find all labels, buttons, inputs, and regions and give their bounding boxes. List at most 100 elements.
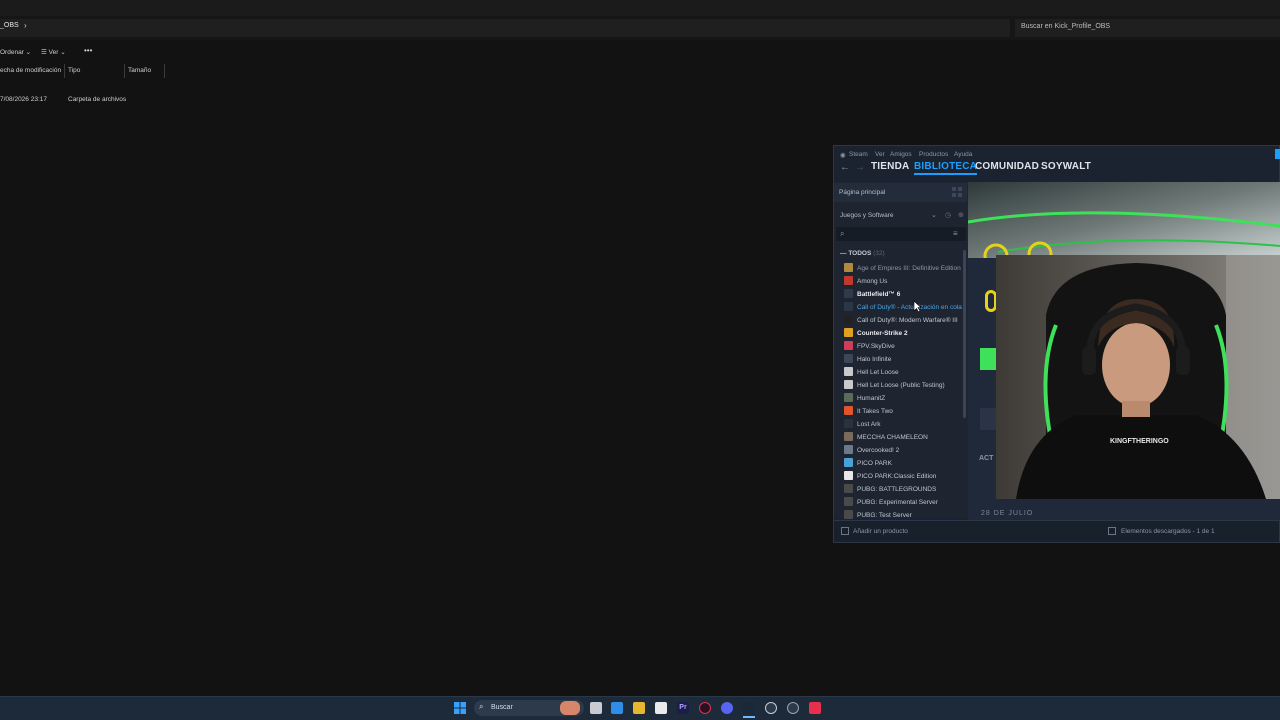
game-list-item[interactable]: MECCHA CHAMELEON xyxy=(844,432,963,441)
game-thumbnail-icon xyxy=(844,263,853,272)
game-list-item[interactable]: Overcooked! 2 xyxy=(844,445,963,454)
section-label: TODOS xyxy=(848,250,872,257)
nav-tienda[interactable]: TIENDA xyxy=(871,161,909,172)
game-list-item[interactable]: PICO PARK:Classic Edition xyxy=(844,471,963,480)
taskbar-search-label: Buscar xyxy=(491,704,513,711)
chevron-down-icon[interactable]: ⌄ xyxy=(931,211,937,219)
steam-taskbar-icon[interactable] xyxy=(743,702,755,714)
discord-icon[interactable] xyxy=(721,702,733,714)
game-title: Age of Empires III: Definitive Edition xyxy=(857,265,961,272)
play-button[interactable] xyxy=(980,348,996,370)
column-divider[interactable] xyxy=(64,64,65,78)
active-app-indicator xyxy=(743,716,755,718)
menu-amigos[interactable]: Amigos xyxy=(890,151,912,158)
sidebar-scrollbar[interactable] xyxy=(963,250,966,418)
column-header-date[interactable]: echa de modificación xyxy=(0,67,61,74)
game-list-item[interactable]: PUBG: BATTLEGROUNDS xyxy=(844,484,963,493)
game-title: Overcooked! 2 xyxy=(857,447,900,454)
game-list-item[interactable]: Age of Empires III: Definitive Edition xyxy=(844,263,963,272)
game-list-item[interactable]: HumanitZ xyxy=(844,393,963,402)
game-title: PUBG: BATTLEGROUNDS xyxy=(857,486,937,493)
view-button[interactable]: ☰ Ver ⌄ xyxy=(41,48,66,56)
game-list-item[interactable]: PUBG: Test Server xyxy=(844,510,963,519)
nav-username[interactable]: SOYWALT xyxy=(1041,161,1091,172)
game-title: Lost Ark xyxy=(857,421,881,428)
game-title: PICO PARK:Classic Edition xyxy=(857,473,937,480)
file-explorer-icon[interactable] xyxy=(633,702,645,714)
sort-label: Ordenar xyxy=(0,49,24,56)
back-arrow-icon[interactable]: ← xyxy=(840,162,850,173)
game-list-item[interactable]: PICO PARK xyxy=(844,458,963,467)
game-title: Among Us xyxy=(857,278,888,285)
menu-ver[interactable]: Ver xyxy=(875,151,885,158)
game-list-item[interactable]: Lost Ark xyxy=(844,419,963,428)
game-title: FPV.SkyDive xyxy=(857,343,895,350)
obs-icon[interactable] xyxy=(765,702,777,714)
add-product-button[interactable]: Añadir un producto xyxy=(853,528,908,535)
sort-button[interactable]: Ordenar ⌄ xyxy=(0,48,31,56)
file-row-type[interactable]: Carpeta de archivos xyxy=(68,96,126,103)
game-list-item[interactable]: Battlefield™ 6 xyxy=(844,289,963,298)
game-list-item[interactable]: Halo Infinite xyxy=(844,354,963,363)
game-list-item[interactable]: Counter-Strike 2 xyxy=(844,328,963,337)
premiere-icon[interactable]: Pr xyxy=(677,702,689,714)
library-section-header[interactable]: — TODOS (32) xyxy=(840,250,885,257)
game-list-item[interactable]: Among Us xyxy=(844,276,963,285)
task-view-icon[interactable] xyxy=(590,702,602,714)
game-title: MECCHA CHAMELEON xyxy=(857,434,928,441)
downloads-status[interactable]: Elementos descargados - 1 de 1 xyxy=(1121,528,1215,535)
downloads-icon[interactable] xyxy=(1108,527,1116,535)
game-list-item[interactable]: Call of Duty®: Modern Warfare® III xyxy=(844,315,963,324)
game-thumbnail-icon xyxy=(844,328,853,337)
nav-biblioteca[interactable]: BIBLIOTECA xyxy=(914,161,978,175)
steam-logo-icon[interactable]: ◉ xyxy=(840,151,846,159)
file-row-date[interactable]: 7/08/2026 23:17 xyxy=(0,96,47,103)
tiktok-icon[interactable] xyxy=(809,702,821,714)
menu-productos[interactable]: Productos xyxy=(919,151,948,158)
breadcrumb-chevron-icon[interactable]: › xyxy=(24,21,27,30)
webcam-overlay: KINGFTHERINGO xyxy=(996,255,1280,499)
nav-comunidad[interactable]: COMUNIDAD xyxy=(975,161,1039,172)
game-thumbnail-icon xyxy=(844,380,853,389)
address-bar[interactable] xyxy=(0,19,1010,37)
game-title: Call of Duty® - Actualización en cola xyxy=(857,304,962,311)
chrome-icon[interactable] xyxy=(787,702,799,714)
game-title: HumanitZ xyxy=(857,395,886,402)
more-options-button[interactable]: ••• xyxy=(84,46,92,55)
info-panel xyxy=(980,408,996,430)
game-title: Battlefield™ 6 xyxy=(857,291,901,298)
download-icon[interactable]: ⊕ xyxy=(958,211,964,219)
game-list-item[interactable]: PUBG: Experimental Server xyxy=(844,497,963,506)
view-label: Ver xyxy=(48,49,59,56)
game-title: Hell Let Loose (Public Testing) xyxy=(857,382,945,389)
notepad-icon[interactable] xyxy=(655,702,667,714)
game-thumbnail-icon xyxy=(844,315,853,324)
game-list-item[interactable]: Hell Let Loose xyxy=(844,367,963,376)
library-search-input[interactable] xyxy=(836,227,966,241)
game-hero-image xyxy=(968,182,1280,258)
menu-ayuda[interactable]: Ayuda xyxy=(954,151,972,158)
menu-steam[interactable]: Steam xyxy=(849,151,868,158)
windows-start-icon[interactable] xyxy=(454,702,466,714)
column-divider[interactable] xyxy=(124,64,125,78)
opera-icon[interactable] xyxy=(699,702,711,714)
game-thumbnail-icon xyxy=(844,406,853,415)
column-divider[interactable] xyxy=(164,64,165,78)
filter-icon[interactable]: ≡ xyxy=(953,229,958,238)
explorer-title-bar xyxy=(0,0,1280,16)
game-list-item[interactable]: It Takes Two xyxy=(844,406,963,415)
game-list-item[interactable]: Hell Let Loose (Public Testing) xyxy=(844,380,963,389)
recent-clock-icon[interactable]: ◷ xyxy=(945,211,951,219)
column-header-type[interactable]: Tipo xyxy=(68,67,80,74)
forward-arrow-icon[interactable]: → xyxy=(855,162,865,173)
game-list-item[interactable]: Call of Duty® - Actualización en cola xyxy=(844,302,963,311)
game-list-item[interactable]: FPV.SkyDive xyxy=(844,341,963,350)
add-product-icon[interactable] xyxy=(841,527,849,535)
search-highlight-icon[interactable] xyxy=(560,701,580,715)
column-header-size[interactable]: Tamaño xyxy=(128,67,151,74)
explorer-search-placeholder: Buscar en Kick_Profile_OBS xyxy=(1021,23,1111,30)
steam-notification-indicator[interactable] xyxy=(1275,149,1280,159)
game-thumbnail-icon xyxy=(844,445,853,454)
widgets-icon[interactable] xyxy=(611,702,623,714)
grid-view-icon[interactable] xyxy=(951,186,963,198)
